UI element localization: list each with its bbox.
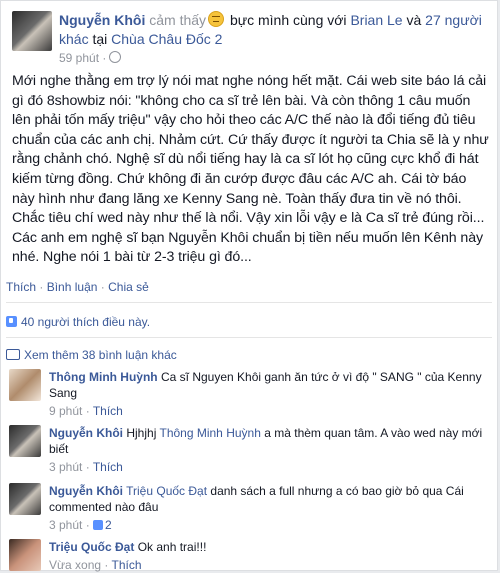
- and-text: và: [406, 12, 422, 28]
- like-thumb-icon: [6, 316, 17, 327]
- comment-item: Triệu Quốc Đạt Ok anh trai!!! Vừa xong ·…: [9, 539, 487, 573]
- divider: [6, 302, 492, 303]
- post-time-link[interactable]: 59 phút: [59, 51, 99, 65]
- post-header-text: Nguyễn Khôi cảm thấy bực mình cùng với B…: [59, 11, 487, 49]
- comment-time[interactable]: 3 phút: [49, 460, 82, 474]
- commenter-avatar[interactable]: [9, 369, 41, 401]
- comment-meta: 3 phút · 2: [49, 518, 112, 532]
- author-avatar[interactable]: [12, 11, 52, 51]
- commenter-name-link[interactable]: Triệu Quốc Đạt: [49, 540, 134, 554]
- view-more-comments: Xem thêm 38 bình luận khác: [6, 348, 177, 362]
- action-separator: ·: [39, 280, 44, 294]
- comment-body: Nguyễn Khôi Triệu Quốc Đạt danh sách a f…: [49, 483, 487, 533]
- comment-item: Nguyễn Khôi Triệu Quốc Đạt danh sách a f…: [9, 483, 487, 532]
- mention-link[interactable]: Thông Minh Huỳnh: [159, 426, 260, 440]
- comment-body: Nguyễn Khôi Hjhjhj Thông Minh Huỳnh a mà…: [49, 425, 487, 475]
- share-link[interactable]: Chia sẻ: [108, 280, 149, 294]
- comment-link[interactable]: Bình luận: [47, 280, 98, 294]
- commenter-name-link[interactable]: Nguyễn Khôi: [49, 426, 123, 440]
- comment-like-count[interactable]: 2: [105, 518, 112, 532]
- divider: [6, 337, 492, 338]
- post-text: Mới nghe thằng em trợ lý nói mat nghe nó…: [12, 73, 489, 266]
- post-header: Nguyễn Khôi cảm thấy bực mình cùng với B…: [12, 11, 487, 65]
- comment-like-link[interactable]: Thích: [112, 558, 142, 572]
- comment-like-link[interactable]: Thích: [93, 460, 123, 474]
- commenter-avatar[interactable]: [9, 425, 41, 457]
- feeling-text: bực mình cùng với: [229, 12, 347, 28]
- comment-time[interactable]: Vừa xong: [49, 558, 101, 572]
- comment-body: Thông Minh Huỳnh Ca sĩ Nguyen Khôi ganh …: [49, 369, 487, 419]
- frustrated-emoji-icon: [208, 11, 225, 27]
- author-name-link[interactable]: Nguyễn Khôi: [59, 12, 145, 28]
- mention-link[interactable]: Triệu Quốc Đạt: [126, 484, 207, 498]
- comment-bubble-icon: [6, 349, 20, 360]
- comment-pretext: Hjhjhj: [126, 426, 157, 440]
- tagged-user-link[interactable]: Brian Le: [350, 12, 402, 28]
- feeling-prefix: cảm thấy: [149, 12, 207, 28]
- comment-like-link[interactable]: Thích: [93, 404, 123, 418]
- like-thumb-icon: [93, 520, 104, 530]
- comment-time[interactable]: 9 phút: [49, 404, 82, 418]
- comment-time[interactable]: 3 phút: [49, 518, 82, 532]
- action-separator: ·: [100, 280, 105, 294]
- view-more-comments-link[interactable]: Xem thêm 38 bình luận khác: [24, 348, 177, 362]
- post-card: Nguyễn Khôi cảm thấy bực mình cùng với B…: [0, 0, 498, 573]
- commenter-avatar[interactable]: [9, 539, 41, 571]
- comment-text: Ok anh trai!!!: [137, 540, 207, 554]
- like-link[interactable]: Thích: [6, 280, 36, 294]
- post-meta: 59 phút ·: [59, 51, 122, 65]
- globe-icon: [109, 51, 122, 63]
- comment-item: Thông Minh Huỳnh Ca sĩ Nguyen Khôi ganh …: [9, 369, 487, 418]
- comment-body: Triệu Quốc Đạt Ok anh trai!!! Vừa xong ·…: [49, 539, 487, 573]
- place-link[interactable]: Chùa Châu Đốc 2: [111, 31, 222, 47]
- post-body: Mới nghe thằng em trợ lý nói mat nghe nó…: [12, 72, 490, 268]
- commenter-name-link[interactable]: Nguyễn Khôi: [49, 484, 123, 498]
- commenter-name-link[interactable]: Thông Minh Huỳnh: [49, 370, 158, 384]
- likes-summary: 40 người thích điều này.: [6, 315, 150, 329]
- comment-meta: 3 phút · Thích: [49, 460, 123, 474]
- comment-item: Nguyễn Khôi Hjhjhj Thông Minh Huỳnh a mà…: [9, 425, 487, 474]
- likes-count-link[interactable]: 40 người thích điều này.: [21, 315, 150, 329]
- comment-meta: 9 phút · Thích: [49, 404, 123, 418]
- at-text: tại: [92, 31, 108, 47]
- post-actions: Thích · Bình luận · Chia sẻ: [6, 280, 149, 294]
- commenter-avatar[interactable]: [9, 483, 41, 515]
